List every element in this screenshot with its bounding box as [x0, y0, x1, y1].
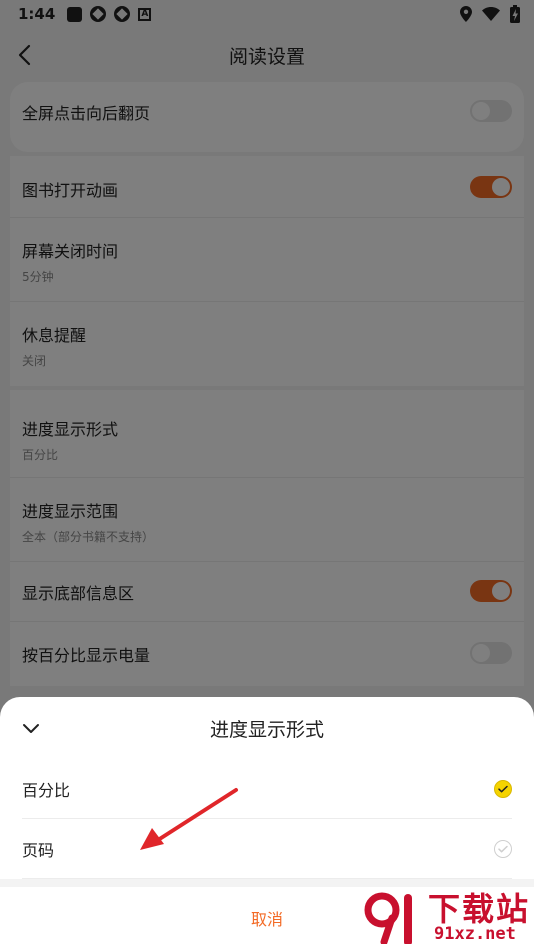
option-percent[interactable]: 百分比: [22, 759, 512, 819]
sheet-header: 进度显示形式: [0, 697, 534, 759]
option-page-number[interactable]: 页码: [22, 819, 512, 879]
site-watermark: 下载站 91xz.net: [362, 884, 534, 948]
check-circle-selected-icon: [494, 779, 512, 798]
watermark-url: 91xz.net: [434, 924, 516, 944]
chevron-down-icon[interactable]: [20, 717, 42, 739]
sheet-title: 进度显示形式: [209, 718, 324, 741]
check-circle-unselected-icon: [494, 839, 512, 858]
option-label: 百分比: [22, 780, 71, 800]
watermark-logo-icon: [364, 892, 412, 944]
annotation-arrow-icon: [140, 788, 238, 850]
option-label: 页码: [22, 840, 55, 860]
